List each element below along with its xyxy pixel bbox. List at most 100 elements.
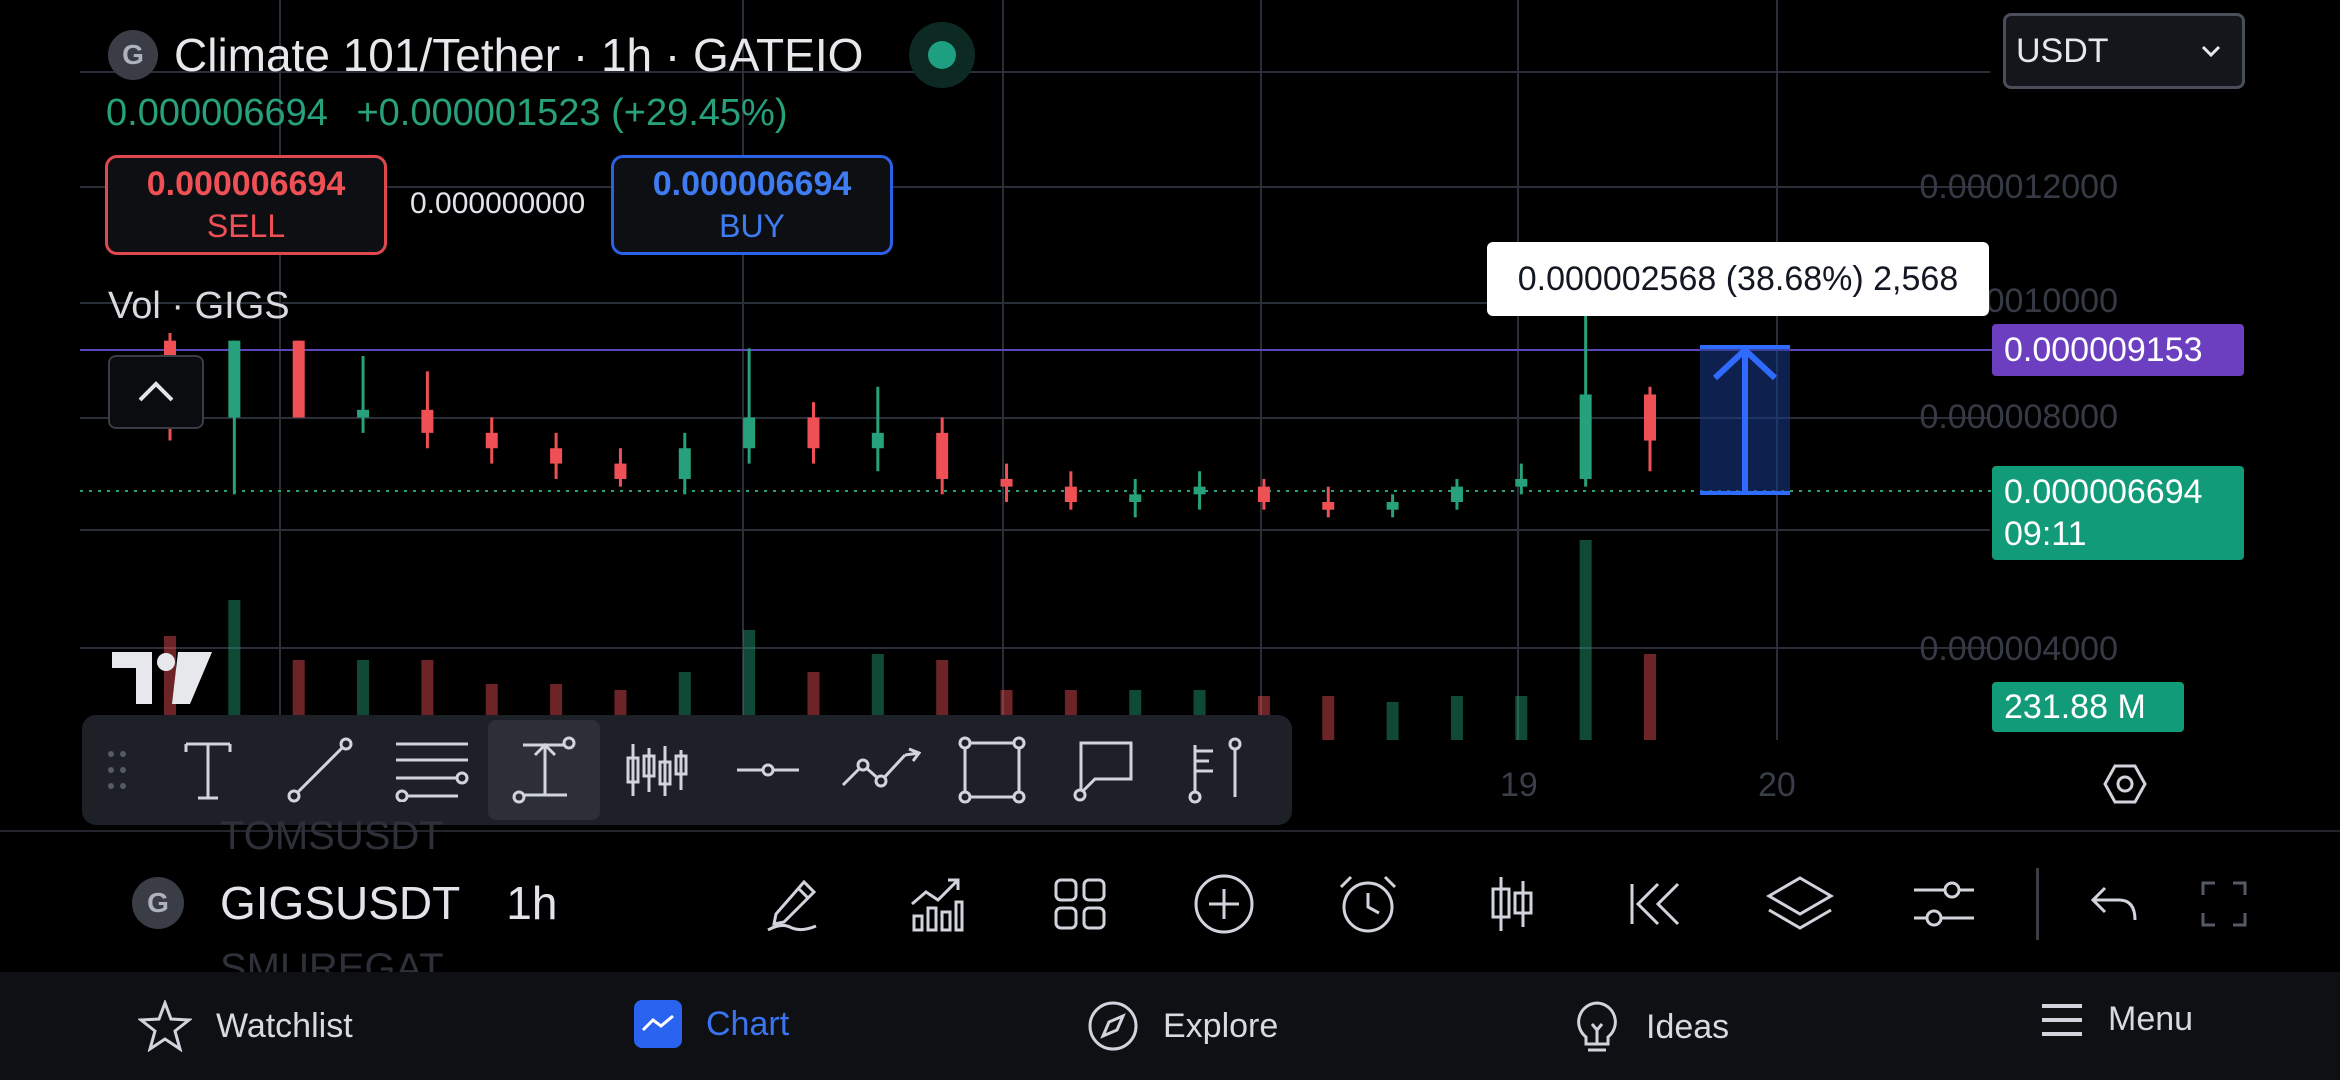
last-price-tag: 0.000006694 09:11 bbox=[1992, 466, 2244, 560]
candle bbox=[1322, 502, 1335, 510]
currency-value: USDT bbox=[2016, 31, 2109, 70]
chart-area[interactable]: G Climate 101/Tether · 1h · GATEIO 0.000… bbox=[0, 0, 2340, 830]
exchange-badge: G bbox=[108, 30, 158, 80]
symbol-legend[interactable]: G Climate 101/Tether · 1h · GATEIO bbox=[108, 22, 976, 88]
price-axis-label: 0.000008000 bbox=[1919, 398, 2118, 436]
volume-bar bbox=[1450, 696, 1463, 740]
anchored-vwap-icon[interactable] bbox=[1160, 720, 1272, 820]
interval-selector[interactable]: 1h bbox=[506, 876, 557, 930]
drag-handle-icon[interactable] bbox=[82, 715, 152, 825]
nav-watchlist-label: Watchlist bbox=[216, 1006, 353, 1045]
volume-bar bbox=[1579, 540, 1592, 740]
nav-ideas[interactable]: Ideas bbox=[1572, 1000, 1729, 1054]
fullscreen-icon[interactable] bbox=[2169, 862, 2279, 946]
fib-retracement-icon[interactable] bbox=[376, 720, 488, 820]
pair-title[interactable]: Climate 101/Tether · 1h · GATEIO bbox=[174, 28, 863, 82]
chevron-up-icon bbox=[138, 381, 174, 402]
alarm-clock-icon[interactable] bbox=[1296, 862, 1440, 946]
pencil-icon[interactable] bbox=[720, 862, 864, 946]
volume-indicator-label[interactable]: Vol · GIGS bbox=[108, 285, 290, 328]
chevron-down-icon bbox=[2201, 45, 2221, 58]
candle bbox=[1515, 478, 1528, 487]
chart-settings-icon[interactable] bbox=[2103, 762, 2147, 806]
star-icon bbox=[138, 1000, 192, 1052]
candles-icon[interactable] bbox=[1440, 862, 1584, 946]
candle bbox=[1579, 394, 1592, 479]
market-status-icon[interactable] bbox=[909, 22, 976, 88]
nav-chart[interactable]: Chart bbox=[634, 1000, 789, 1048]
measure-tool-icon[interactable] bbox=[488, 720, 600, 820]
candle bbox=[1450, 486, 1463, 503]
nav-menu[interactable]: Menu bbox=[2040, 1000, 2193, 1039]
sell-price: 0.000006694 bbox=[146, 165, 346, 203]
candle bbox=[871, 432, 884, 449]
candle bbox=[678, 448, 691, 479]
price-summary: 0.000006694 +0.000001523 (+29.45%) bbox=[106, 92, 788, 135]
last-price: 0.000006694 bbox=[106, 92, 328, 134]
price-axis-label: 0.000012000 bbox=[1919, 168, 2118, 206]
long-position-icon[interactable] bbox=[600, 720, 712, 820]
chart-actions bbox=[720, 862, 2279, 946]
candle bbox=[743, 417, 756, 449]
candle bbox=[1129, 494, 1142, 503]
trend-line-icon[interactable] bbox=[264, 720, 376, 820]
layers-icon[interactable] bbox=[1728, 862, 1872, 946]
symbol-name[interactable]: GIGSUSDT bbox=[220, 876, 460, 930]
exchange-badge: G bbox=[132, 877, 184, 929]
sell-button[interactable]: 0.000006694 SELL bbox=[105, 155, 387, 255]
candle bbox=[357, 409, 370, 418]
collapse-indicators-button[interactable] bbox=[108, 355, 204, 429]
nav-chart-label: Chart bbox=[706, 1004, 790, 1043]
buy-button[interactable]: 0.000006694 BUY bbox=[611, 155, 893, 255]
candle bbox=[1193, 486, 1206, 495]
rectangle-icon[interactable] bbox=[936, 720, 1048, 820]
replay-icon[interactable] bbox=[1584, 862, 1728, 946]
symbol-bar[interactable]: TOMSUSDT G GIGSUSDT 1h SMUREGAT bbox=[0, 814, 2340, 990]
spread-value: 0.000000000 bbox=[410, 187, 586, 220]
volume-bar bbox=[1386, 702, 1399, 740]
nav-explore-label: Explore bbox=[1163, 1006, 1279, 1045]
candle bbox=[421, 409, 434, 433]
volume-tag: 231.88 M bbox=[1992, 682, 2184, 732]
previous-symbol[interactable]: TOMSUSDT bbox=[220, 814, 444, 859]
candle bbox=[807, 417, 820, 449]
candle bbox=[1644, 394, 1656, 441]
chart-icon bbox=[634, 1000, 682, 1048]
volume-bar bbox=[1515, 696, 1528, 740]
settings-sliders-icon[interactable] bbox=[1872, 862, 2016, 946]
volume-bar bbox=[1322, 696, 1335, 740]
bottom-navigation: Watchlist Chart Explore Ideas Menu bbox=[0, 972, 2340, 1080]
currency-select[interactable]: USDT bbox=[2003, 13, 2245, 89]
last-price-tag-value: 0.000006694 bbox=[2004, 473, 2203, 511]
compass-icon bbox=[1088, 1001, 1138, 1051]
nav-ideas-label: Ideas bbox=[1646, 1007, 1730, 1046]
layout-grid-icon[interactable] bbox=[1008, 862, 1152, 946]
nav-watchlist[interactable]: Watchlist bbox=[138, 1000, 353, 1052]
candle bbox=[936, 432, 949, 479]
nav-explore[interactable]: Explore bbox=[1087, 1000, 1278, 1052]
bar-countdown: 09:11 bbox=[2004, 515, 2087, 553]
candle bbox=[1386, 502, 1399, 510]
time-axis-label: 19 bbox=[1500, 766, 1538, 804]
indicators-icon[interactable] bbox=[864, 862, 1008, 946]
horizontal-line-icon[interactable] bbox=[712, 720, 824, 820]
add-icon[interactable] bbox=[1152, 862, 1296, 946]
measure-tool bbox=[1700, 345, 1790, 495]
time-axis-label: 20 bbox=[1758, 766, 1796, 804]
drawing-toolbar[interactable] bbox=[82, 715, 1292, 825]
text-tool-icon[interactable] bbox=[152, 720, 264, 820]
path-icon[interactable] bbox=[824, 720, 936, 820]
buy-label: BUY bbox=[719, 208, 785, 244]
candle bbox=[485, 432, 498, 449]
measure-tooltip: 0.000002568 (38.68%) 2,568 bbox=[1487, 242, 1989, 316]
candle bbox=[1064, 486, 1077, 503]
callout-icon[interactable] bbox=[1048, 720, 1160, 820]
volume-bar bbox=[1644, 654, 1656, 740]
toolbar-divider bbox=[2036, 868, 2039, 940]
symbol-selector[interactable]: G GIGSUSDT 1h bbox=[132, 876, 557, 930]
candles bbox=[164, 256, 1656, 518]
candle bbox=[550, 448, 563, 464]
sell-label: SELL bbox=[206, 208, 286, 244]
lightbulb-icon bbox=[1577, 1001, 1617, 1052]
undo-icon[interactable] bbox=[2059, 862, 2169, 946]
